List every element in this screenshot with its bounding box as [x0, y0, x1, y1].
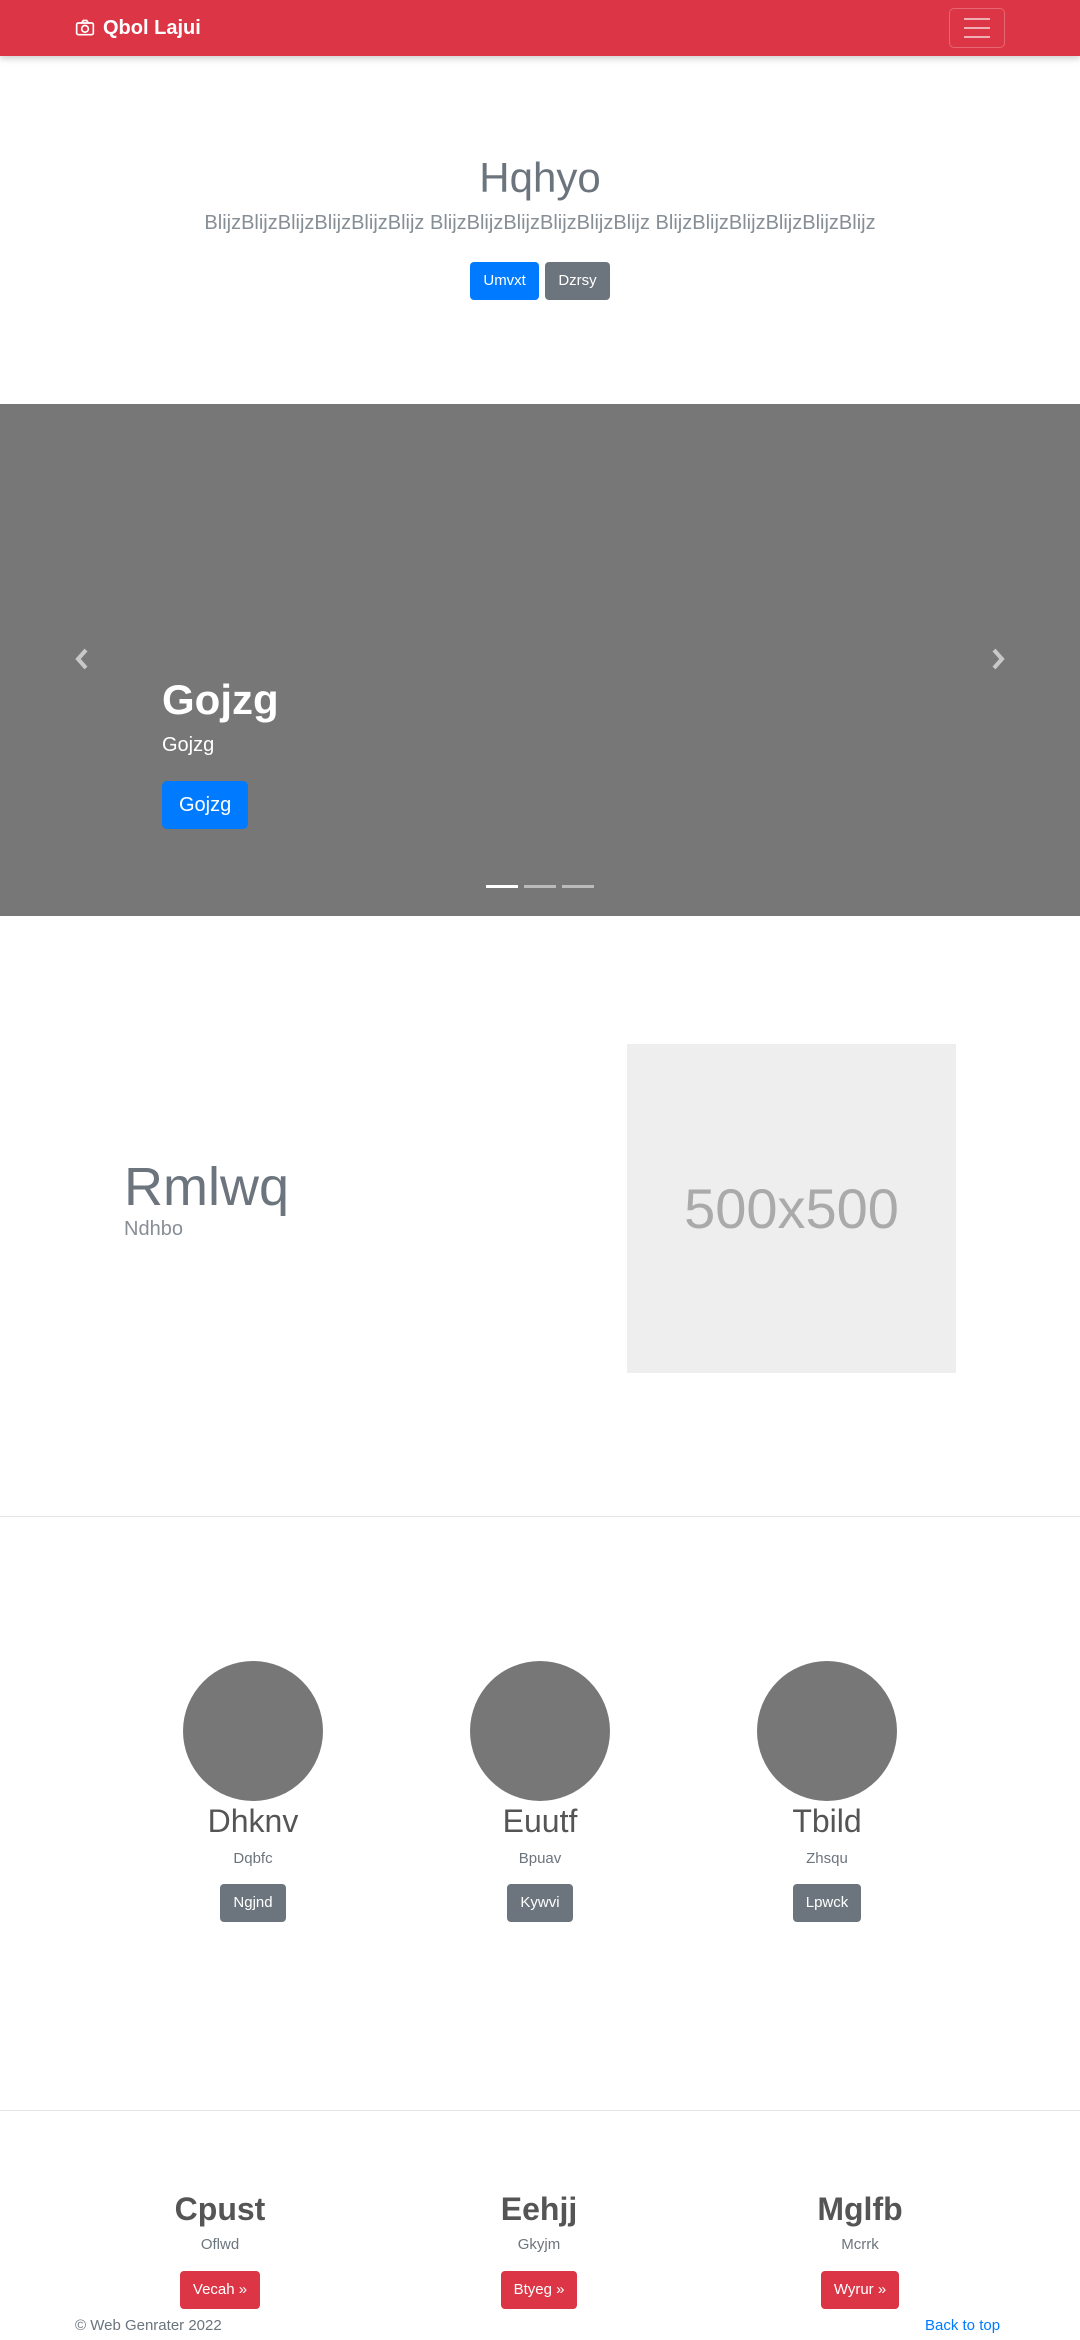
offer-button[interactable]: Btyeg » — [500, 2271, 578, 2309]
person-card: Euutf Bpuav Kywvi — [395, 1661, 685, 1922]
person-card: Tbild Zhsqu Lpwck — [682, 1661, 972, 1922]
feature-title: Rmlwq — [124, 1157, 290, 1217]
back-to-top-link[interactable]: Back to top — [925, 2317, 1000, 2334]
offer-button[interactable]: Wyrur » — [820, 2271, 900, 2309]
offer-text: Mcrrk — [841, 2236, 879, 2253]
offer-card: Cpust Oflwd Vecah » — [70, 2191, 370, 2309]
feature-section: Rmlwq Ndhbo 500x500 — [0, 916, 1080, 1516]
chevron-left-icon — [75, 648, 88, 670]
carousel-indicator-3[interactable] — [562, 885, 594, 888]
placeholder-image-label: 500x500 — [684, 1177, 899, 1240]
navbar: Qbol Lajui — [0, 0, 1080, 56]
navbar-brand[interactable]: Qbol Lajui — [75, 0, 201, 56]
person-name: Dhknv — [207, 1803, 299, 1839]
avatar — [183, 1661, 323, 1801]
person-name: Tbild — [792, 1803, 862, 1839]
people-section: Dhknv Dqbfc Ngjnd Euutf Bpuav Kywvi Tbil… — [0, 1517, 1080, 2110]
offer-text: Oflwd — [200, 2236, 240, 2253]
carousel-indicator-2[interactable] — [524, 885, 556, 888]
person-text: Bpuav — [518, 1850, 562, 1867]
person-button[interactable]: Ngjnd — [220, 1884, 286, 1922]
hero-title: Hqhyo — [479, 154, 601, 201]
person-name: Euutf — [502, 1803, 578, 1839]
avatar — [757, 1661, 897, 1801]
offer-card: Mglfb Mcrrk Wyrur » — [710, 2191, 1010, 2309]
chevron-right-icon — [992, 648, 1005, 670]
carousel-title: Gojzg — [162, 676, 279, 723]
offer-card: Eehjj Gkyjm Btyeg » — [389, 2191, 689, 2309]
carousel-button[interactable]: Gojzg — [162, 781, 249, 829]
carousel-prev-button[interactable] — [70, 644, 94, 674]
person-text: Zhsqu — [806, 1850, 848, 1867]
offer-title: Eehjj — [500, 2191, 578, 2227]
offer-title: Cpust — [174, 2191, 266, 2227]
carousel-indicator-1[interactable] — [486, 885, 518, 888]
carousel-text: Gojzg — [162, 734, 215, 756]
person-card: Dhknv Dqbfc Ngjnd — [108, 1661, 398, 1922]
hero-subtitle: BlijzBlijzBlijzBlijzBlijzBlijz BlijzBlij… — [204, 212, 876, 234]
person-button[interactable]: Lpwck — [792, 1884, 862, 1922]
carousel-next-button[interactable] — [986, 644, 1010, 674]
brand-label: Qbol Lajui — [103, 16, 201, 39]
hero-buttons: Umvxt Dzrsy — [0, 262, 1080, 300]
hero-section: Hqhyo BlijzBlijzBlijzBlijzBlijzBlijz Bli… — [0, 56, 1080, 404]
camera-icon — [75, 19, 95, 36]
hamburger-menu-icon — [964, 18, 990, 20]
hero-secondary-button[interactable]: Dzrsy — [545, 262, 610, 300]
avatar — [470, 1661, 610, 1801]
offer-button[interactable]: Vecah » — [179, 2271, 261, 2309]
person-text: Dqbfc — [233, 1850, 273, 1867]
offer-text: Gkyjm — [517, 2236, 561, 2253]
person-button[interactable]: Kywvi — [507, 1884, 573, 1922]
feature-text: Ndhbo — [124, 1218, 183, 1240]
placeholder-image: 500x500 — [627, 1044, 956, 1373]
hero-primary-button[interactable]: Umvxt — [470, 262, 539, 300]
carousel-indicators — [0, 885, 1080, 888]
carousel: Gojzg Gojzg Gojzg — [0, 404, 1080, 916]
offers-section: Cpust Oflwd Vecah » Eehjj Gkyjm Btyeg » … — [0, 2111, 1080, 2340]
offer-title: Mglfb — [817, 2191, 903, 2227]
navbar-toggler-button[interactable] — [949, 8, 1005, 48]
footer-copyright: © Web Genrater 2022 — [75, 2317, 222, 2334]
